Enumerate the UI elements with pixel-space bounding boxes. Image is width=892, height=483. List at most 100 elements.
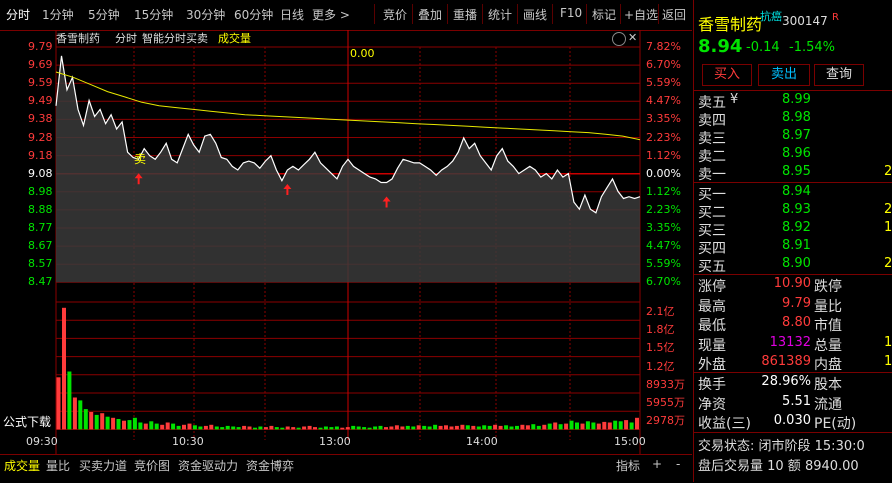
draw-button[interactable]: 画线 bbox=[523, 6, 547, 23]
volume-axis-label: 8933万 bbox=[646, 377, 685, 391]
settings-icon[interactable] bbox=[612, 32, 626, 46]
volume-bar bbox=[236, 427, 241, 430]
price-axis-label: 8.77 bbox=[28, 221, 53, 234]
volume-bar bbox=[89, 412, 94, 430]
stats-button[interactable]: 统计 bbox=[488, 6, 512, 23]
volume-bar bbox=[302, 426, 307, 430]
stat-label: 收益(三) bbox=[698, 416, 751, 432]
volume-bar bbox=[149, 421, 154, 430]
volume-bar bbox=[67, 371, 72, 430]
bid-level-label: 买三 bbox=[698, 223, 726, 239]
volume-bar bbox=[78, 400, 83, 430]
stat-label: 内盘 bbox=[814, 357, 842, 373]
stat-label: PE(动) bbox=[814, 416, 857, 432]
volume-bar bbox=[449, 426, 454, 430]
volume-bar bbox=[127, 420, 132, 430]
bid-level-label: 买四 bbox=[698, 241, 726, 257]
tab-volume-ratio[interactable]: 量比 bbox=[46, 457, 70, 474]
tab-volume[interactable]: 成交量 bbox=[4, 457, 40, 474]
volume-bar bbox=[411, 426, 416, 430]
quote-stock-name: 香雪制药 bbox=[698, 15, 763, 34]
zoom-out-button[interactable]: - bbox=[676, 457, 680, 471]
stat-label: 跌停 bbox=[814, 279, 842, 295]
tab-auction-chart[interactable]: 竞价图 bbox=[134, 457, 170, 474]
volume-bar bbox=[340, 427, 345, 430]
volume-bar bbox=[187, 423, 192, 430]
stat-value: 0.030 bbox=[773, 413, 811, 428]
quote-change: -0.14 bbox=[746, 40, 780, 55]
indicator-button[interactable]: 指标 bbox=[616, 457, 640, 474]
volume-bar bbox=[111, 417, 116, 430]
tab-60min[interactable]: 60分钟 bbox=[234, 6, 273, 23]
sell-signal-label: 卖 bbox=[134, 152, 147, 166]
stat-label: 市值 bbox=[814, 318, 842, 334]
auction-button[interactable]: 竞价 bbox=[383, 6, 407, 23]
volume-bar bbox=[313, 427, 317, 430]
tab-daily[interactable]: 日线 bbox=[280, 6, 304, 23]
volume-bar bbox=[171, 423, 176, 430]
volume-bar bbox=[143, 423, 148, 430]
ask-level-label: 卖二 bbox=[698, 149, 726, 165]
volume-bar bbox=[225, 425, 230, 430]
bid-level-volume: 2 bbox=[884, 256, 892, 271]
volume-bar bbox=[591, 422, 596, 430]
quote-last-price: 8.94 bbox=[698, 36, 743, 57]
sell-button[interactable]: 卖出 bbox=[758, 64, 810, 86]
tab-capital-game[interactable]: 资金博弈 bbox=[246, 457, 294, 474]
pct-axis-label: 6.70% bbox=[646, 58, 681, 72]
volume-bar bbox=[498, 425, 503, 430]
volume-bar bbox=[427, 426, 432, 430]
stat-label: 换手 bbox=[698, 377, 726, 393]
bid-level-label: 买二 bbox=[698, 205, 726, 221]
tab-5min[interactable]: 5分钟 bbox=[88, 6, 120, 23]
close-icon[interactable]: ✕ bbox=[628, 31, 637, 44]
volume-bar bbox=[394, 425, 399, 430]
buy-button[interactable]: 买入 bbox=[702, 64, 752, 86]
volume-axis-label: 1.2亿 bbox=[646, 359, 675, 373]
price-axis-label: 9.69 bbox=[28, 58, 53, 72]
pct-axis-label: 4.47% bbox=[646, 239, 681, 253]
volume-bar bbox=[100, 413, 105, 430]
tab-30min[interactable]: 30分钟 bbox=[186, 6, 225, 23]
price-axis-label: 9.08 bbox=[28, 166, 53, 180]
chart-stock-name: 香雪制药 bbox=[56, 32, 100, 45]
tab-15min[interactable]: 15分钟 bbox=[134, 6, 173, 23]
volume-bar bbox=[509, 426, 514, 430]
tab-intraday[interactable]: 分时 bbox=[6, 6, 30, 23]
volume-bar bbox=[138, 422, 143, 430]
stat-label: 流通 bbox=[814, 396, 842, 413]
volume-axis-label: 2.1亿 bbox=[646, 305, 675, 318]
volume-bar bbox=[334, 426, 339, 430]
tab-buy-sell-force[interactable]: 买卖力道 bbox=[79, 457, 127, 474]
replay-button[interactable]: 重播 bbox=[453, 6, 477, 23]
quote-change-pct: -1.54% bbox=[789, 40, 835, 55]
bid-level-label: 买五 bbox=[698, 259, 726, 275]
volume-bar bbox=[515, 425, 519, 430]
zoom-in-button[interactable]: + bbox=[652, 457, 662, 471]
volume-bar bbox=[438, 425, 443, 430]
ask-level-price: 8.96 bbox=[782, 146, 811, 161]
stat-label: 现量 bbox=[698, 337, 726, 354]
mark-button[interactable]: 标记 bbox=[592, 6, 616, 23]
volume-bar bbox=[569, 420, 574, 430]
add-watchlist-button[interactable]: +自选 bbox=[624, 6, 658, 23]
quote-stock-code: 300147 bbox=[782, 14, 828, 28]
ask-level-volume: 2 bbox=[884, 164, 892, 179]
volume-bar bbox=[618, 421, 623, 430]
tab-more[interactable]: 更多 > bbox=[312, 6, 350, 23]
overlay-button[interactable]: 叠加 bbox=[418, 6, 442, 23]
tab-capital-drive[interactable]: 资金驱动力 bbox=[178, 457, 238, 474]
volume-bar bbox=[422, 425, 427, 430]
back-button[interactable]: 返回 bbox=[662, 6, 686, 23]
volume-bar bbox=[487, 425, 492, 430]
quote-concept-tag: 抗癌 bbox=[760, 10, 782, 23]
query-button[interactable]: 查询 bbox=[814, 64, 864, 86]
volume-bar bbox=[72, 397, 77, 430]
f10-button[interactable]: F10 bbox=[560, 6, 582, 20]
tab-1min[interactable]: 1分钟 bbox=[42, 6, 74, 23]
volume-bar bbox=[476, 426, 481, 430]
ask-currency-mark: ¥ bbox=[730, 92, 739, 107]
formula-download-link[interactable]: 公式下载 bbox=[3, 413, 51, 430]
pct-axis-label: 6.70% bbox=[646, 275, 681, 289]
volume-bar bbox=[367, 427, 372, 430]
